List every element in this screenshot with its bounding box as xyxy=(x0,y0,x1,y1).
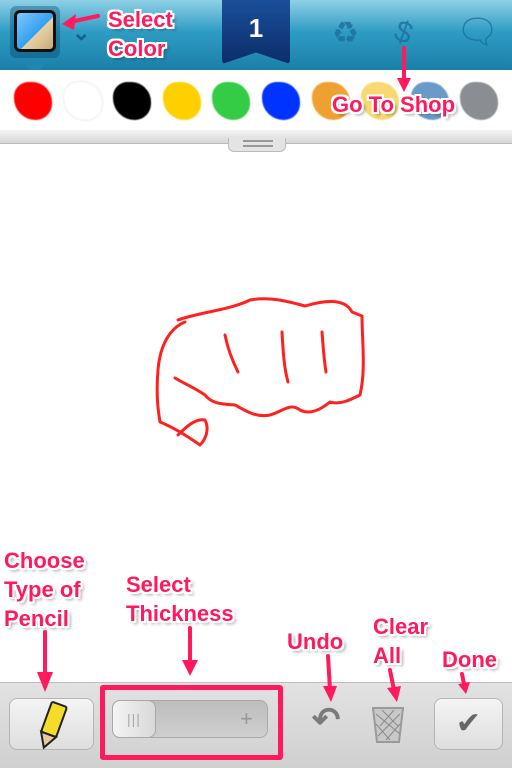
drawing-stroke xyxy=(223,333,240,374)
annotation-choose-pencil: Choose Type of Pencil xyxy=(4,548,85,631)
drawing-stroke xyxy=(280,330,290,384)
pencil-icon xyxy=(39,701,68,750)
plus-icon: + xyxy=(240,706,253,731)
color-swatch[interactable] xyxy=(212,82,251,120)
pencil-type-button[interactable] xyxy=(9,698,94,750)
drawing-stroke xyxy=(320,330,328,374)
annotation-go-to-shop: Go To Shop xyxy=(332,92,456,117)
annotation-select-color: Select Color xyxy=(108,7,173,61)
annotation-undo: Undo xyxy=(287,629,344,654)
color-picker-button[interactable] xyxy=(10,6,60,58)
undo-icon[interactable]: ↶ xyxy=(312,700,341,740)
checkmark-icon: ✔ xyxy=(455,707,482,740)
drawing-stroke xyxy=(173,297,365,418)
done-button[interactable]: ✔ xyxy=(434,698,503,750)
annotation-done: Done xyxy=(442,647,497,672)
annotation-select-thickness: Select Thickness xyxy=(126,572,234,626)
annotation-clear-all: Clear All xyxy=(373,614,429,668)
trash-icon[interactable] xyxy=(370,704,406,744)
chat-bubble-icon[interactable]: 🗨 xyxy=(456,12,499,52)
level-badge: 1 xyxy=(222,0,290,64)
thickness-slider-thumb[interactable]: ||| xyxy=(112,700,156,738)
top-bar: ⌄ 1 ♻ $ 🗨 xyxy=(0,0,512,70)
price-tag-icon[interactable]: $ xyxy=(390,14,417,52)
recycle-icon[interactable]: ♻ xyxy=(332,16,359,51)
color-picker-icon xyxy=(14,10,56,52)
color-swatch[interactable] xyxy=(460,82,499,120)
chevron-down-icon[interactable]: ⌄ xyxy=(72,20,90,46)
